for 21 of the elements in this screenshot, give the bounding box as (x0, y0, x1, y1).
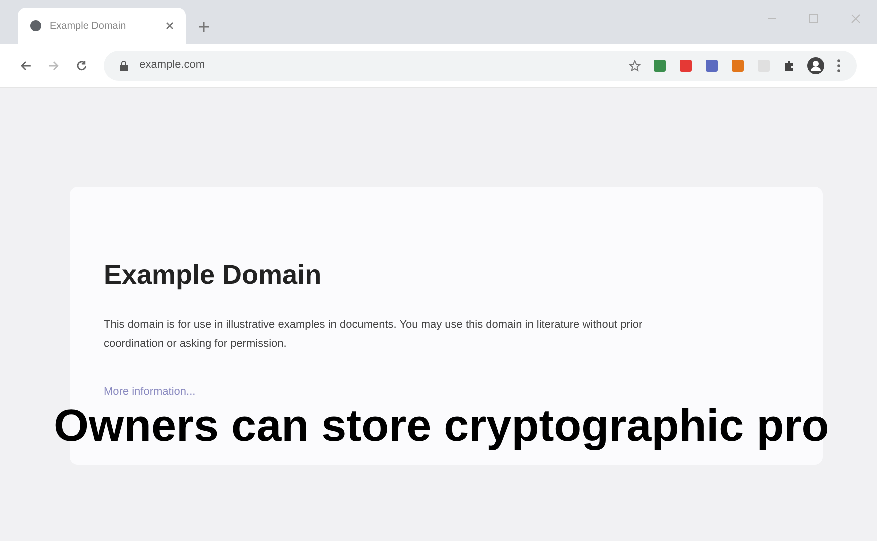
url-text: example.com (140, 58, 206, 74)
puzzle-icon[interactable] (783, 60, 795, 72)
address-bar[interactable]: example.com (104, 50, 857, 80)
extension-icon[interactable] (653, 58, 667, 72)
extension-icon[interactable] (679, 58, 693, 72)
star-icon[interactable] (629, 60, 641, 72)
new-tab-icon[interactable] (198, 21, 210, 33)
back-arrow-icon[interactable] (20, 60, 32, 72)
page-paragraph: This domain is for use in illustrative examples in documents. You may use this domain in literature without prior coordination or asking for permission. (104, 318, 644, 352)
menu-icon[interactable] (837, 58, 841, 72)
reload-icon[interactable] (76, 60, 88, 72)
tab-title: Example Domain (50, 20, 128, 34)
page-heading: Example Domain (104, 259, 323, 292)
extension-icon[interactable] (705, 58, 719, 72)
avatar-icon[interactable] (807, 56, 825, 74)
globe-icon (30, 20, 42, 32)
slide-text: Owners can store cryptographic pro (54, 399, 830, 453)
more-information-link[interactable]: More information... (104, 384, 196, 400)
browser-tab[interactable]: Example Domain (18, 8, 186, 44)
close-icon[interactable] (166, 22, 174, 30)
lock-icon (120, 60, 128, 70)
